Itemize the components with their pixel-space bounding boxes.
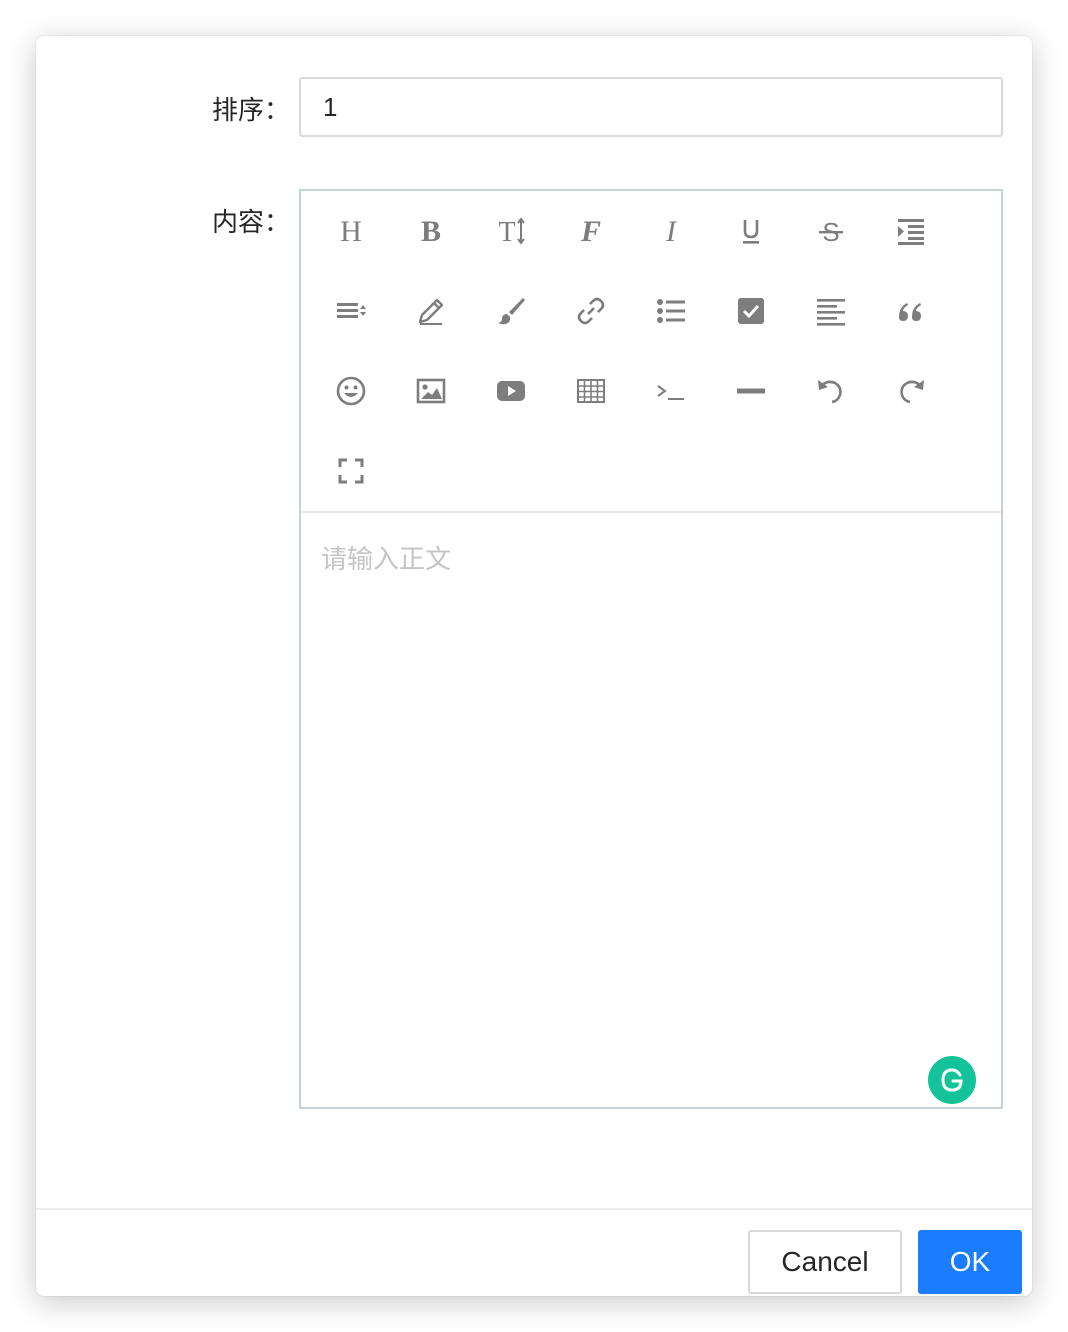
- italic-icon[interactable]: I: [641, 201, 701, 261]
- editor-toolbar: H B T F I S: [301, 191, 1001, 513]
- checkbox-icon[interactable]: [721, 281, 781, 341]
- divider-icon[interactable]: [721, 361, 781, 421]
- editor-content-area[interactable]: 请输入正文: [301, 513, 1001, 1107]
- code-icon[interactable]: [641, 361, 701, 421]
- svg-text:F: F: [580, 215, 601, 247]
- sort-label: 排序：: [212, 96, 291, 126]
- svg-text:H: H: [340, 215, 362, 247]
- modal-dialog: 排序： 内容： H B T F I S: [36, 36, 1032, 1296]
- pencil-icon[interactable]: [401, 281, 461, 341]
- content-label: 内容：: [212, 208, 291, 238]
- fullscreen-icon[interactable]: [321, 441, 381, 501]
- cancel-button[interactable]: Cancel: [748, 1230, 902, 1294]
- ok-button[interactable]: OK: [918, 1230, 1022, 1294]
- list-icon[interactable]: [641, 281, 701, 341]
- quote-icon[interactable]: [881, 281, 941, 341]
- font-family-icon[interactable]: F: [561, 201, 621, 261]
- indent-icon[interactable]: [881, 201, 941, 261]
- underline-icon[interactable]: [721, 201, 781, 261]
- strikethrough-icon[interactable]: S: [801, 201, 861, 261]
- editor-placeholder: 请输入正文: [321, 545, 452, 575]
- link-icon[interactable]: [561, 281, 621, 341]
- line-height-icon[interactable]: [321, 281, 381, 341]
- svg-text:I: I: [665, 215, 678, 247]
- brush-icon[interactable]: [481, 281, 541, 341]
- redo-icon[interactable]: [881, 361, 941, 421]
- align-left-icon[interactable]: [801, 281, 861, 341]
- emoji-icon[interactable]: [321, 361, 381, 421]
- grammarly-icon[interactable]: [928, 1056, 976, 1104]
- svg-text:B: B: [421, 215, 441, 247]
- image-icon[interactable]: [401, 361, 461, 421]
- bold-icon[interactable]: B: [401, 201, 461, 261]
- video-icon[interactable]: [481, 361, 541, 421]
- undo-icon[interactable]: [801, 361, 861, 421]
- font-size-icon[interactable]: T: [481, 201, 541, 261]
- rich-text-editor: H B T F I S 请输入正文: [299, 189, 1003, 1109]
- svg-text:T: T: [498, 217, 515, 247]
- table-icon[interactable]: [561, 361, 621, 421]
- heading-icon[interactable]: H: [321, 201, 381, 261]
- sort-input[interactable]: [299, 77, 1003, 137]
- footer-divider: [36, 1208, 1032, 1210]
